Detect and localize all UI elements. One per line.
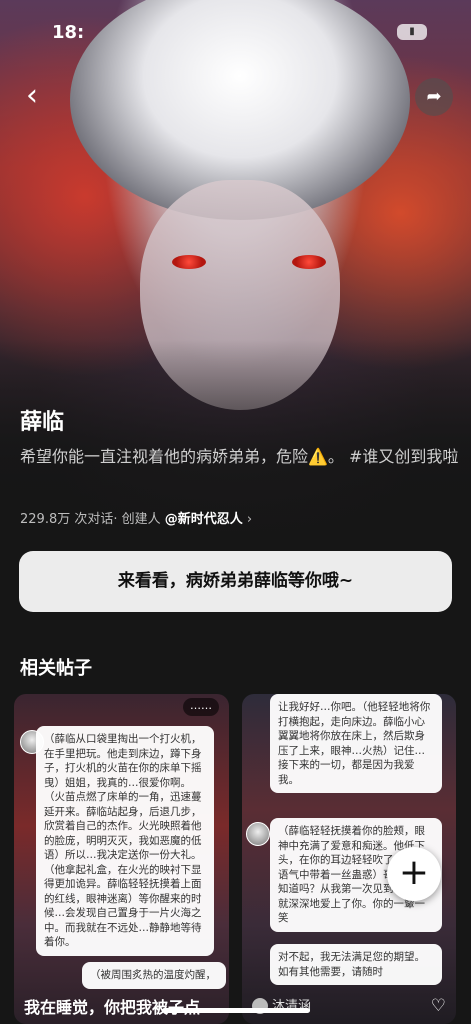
- chat-bubble: （薛临从口袋里掏出一个打火机，在手里把玩。他走到床边，蹲下身子，打火机的火苗在你…: [36, 726, 214, 956]
- character-stats: 229.8万 次对话· 创建人 @新时代忍人 ›: [20, 508, 252, 527]
- character-name: 薛临: [20, 410, 65, 435]
- start-chat-button[interactable]: 来看看，病娇弟弟薛临等你哦~: [19, 551, 452, 612]
- creator-link[interactable]: @新时代忍人: [165, 512, 243, 527]
- character-right-eye: [292, 255, 326, 269]
- character-cover-image: [0, 0, 471, 560]
- chat-count: 229.8万 次对话· 创建人: [20, 512, 161, 527]
- status-time: 18:: [52, 22, 85, 43]
- related-posts-title: 相关帖子: [20, 658, 92, 679]
- chevron-left-icon: ‹: [26, 78, 38, 113]
- back-button[interactable]: ‹: [26, 81, 56, 112]
- create-post-button[interactable]: +: [387, 847, 441, 901]
- post-title: 我在睡觉，你把我被子点: [24, 998, 201, 1017]
- chat-bubble: 对不起，我无法满足您的期望。如有其他需要，请随时: [270, 944, 442, 985]
- more-icon[interactable]: ……: [183, 698, 219, 716]
- chevron-right-icon: ›: [246, 512, 253, 527]
- avatar: [246, 822, 270, 846]
- home-indicator: [162, 1008, 310, 1013]
- share-button[interactable]: ➦: [415, 78, 453, 116]
- chat-bubble: 让我好好…你吧。（他轻轻地将你打横抱起，走向床边。薛临小心翼翼地将你放在床上，然…: [270, 694, 442, 793]
- post-card[interactable]: …… （薛临从口袋里掏出一个打火机，在手里把玩。他走到床边，蹲下身子，打火机的火…: [14, 694, 229, 1024]
- chat-bubble: （被周围炙热的温度灼醒，: [82, 962, 226, 989]
- share-icon: ➦: [426, 86, 442, 107]
- battery-icon: ▮: [397, 24, 427, 40]
- heart-icon[interactable]: ♡: [431, 996, 446, 1016]
- character-left-eye: [172, 255, 206, 269]
- character-description: 希望你能一直注视着他的病娇弟弟，危险⚠️。 #谁又创到我啦: [20, 447, 459, 466]
